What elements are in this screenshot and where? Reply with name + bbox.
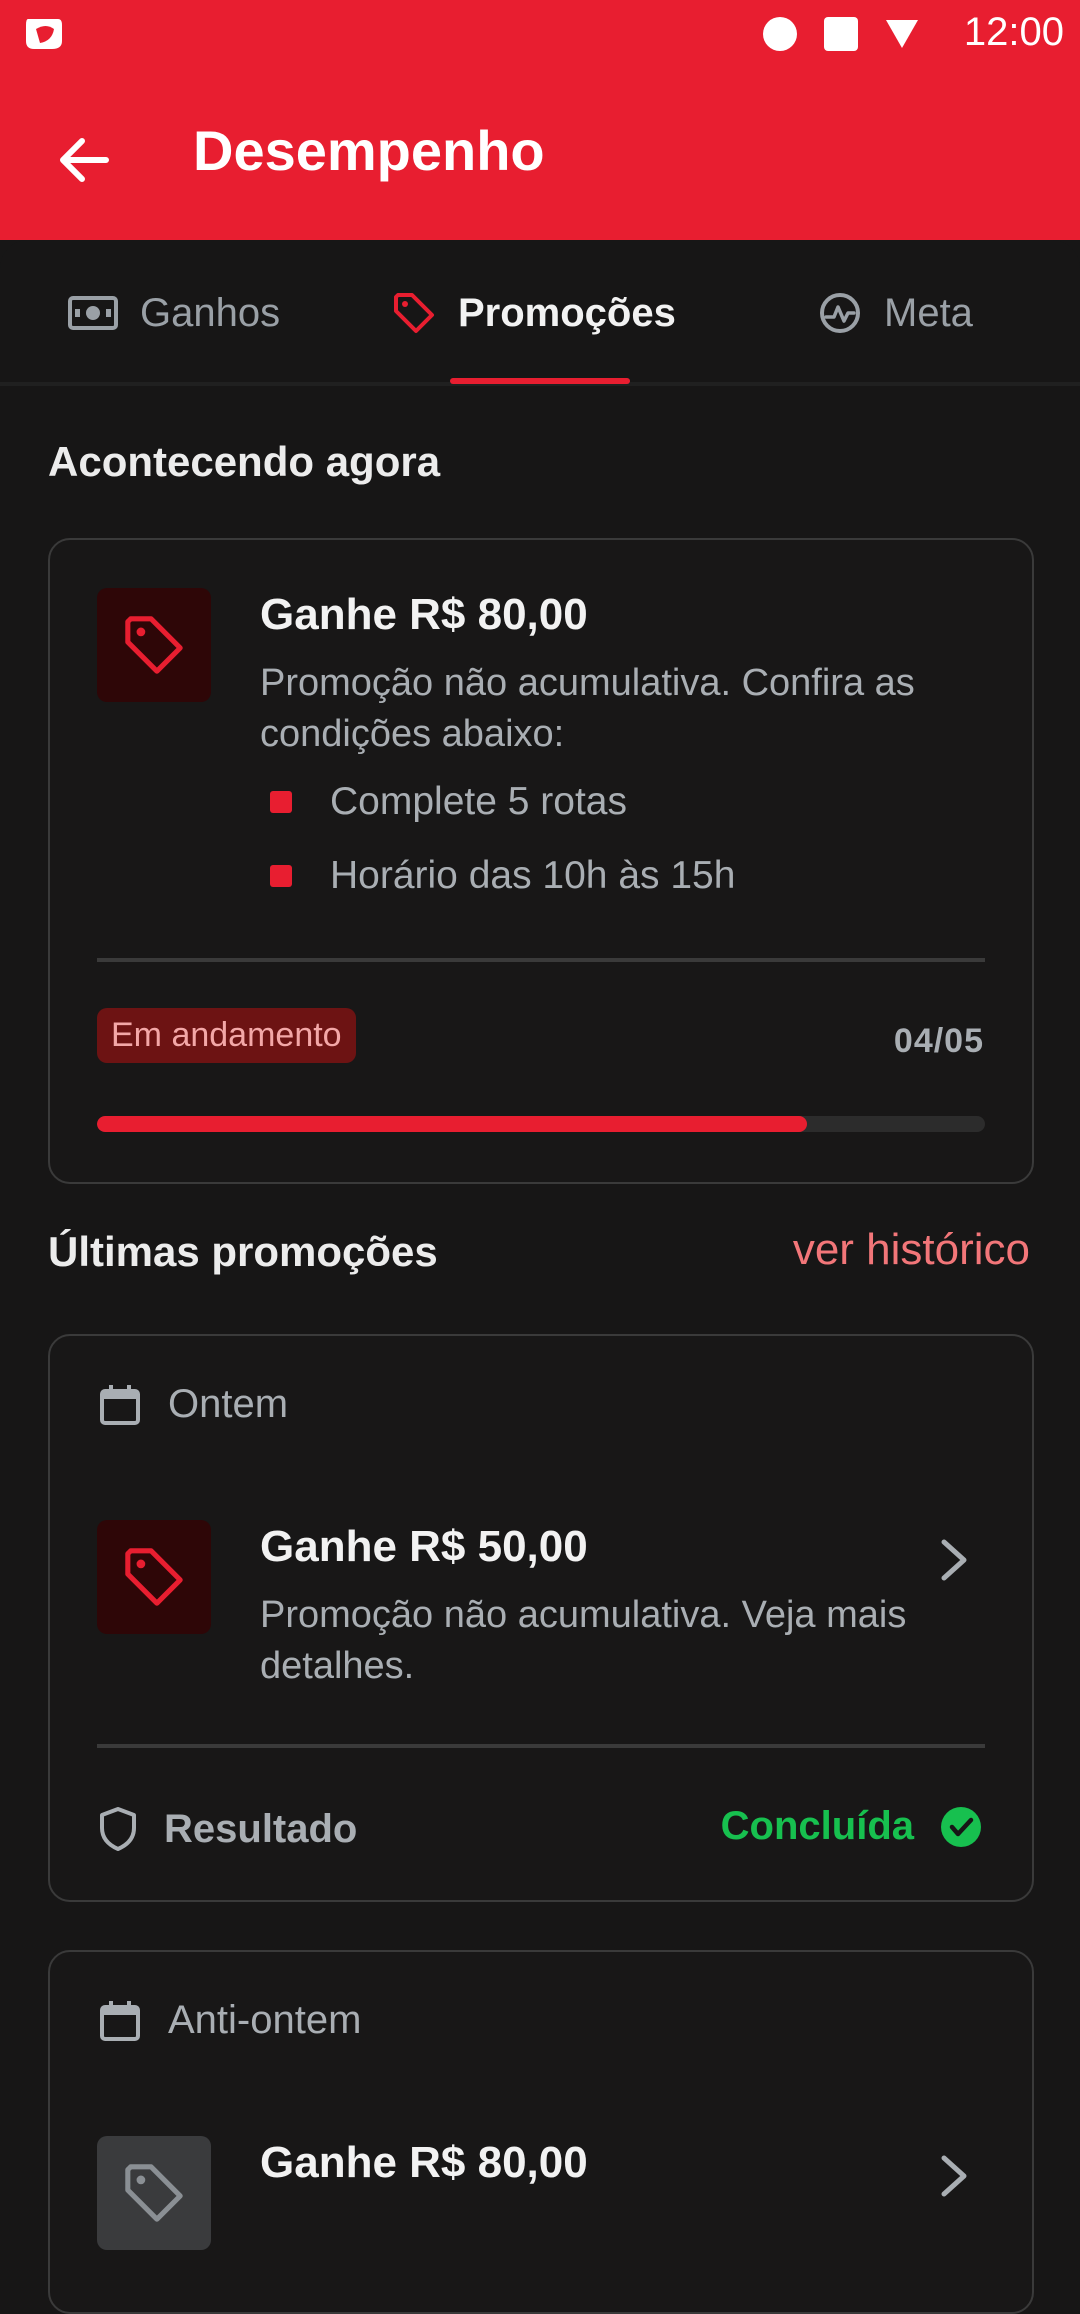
view-history-link[interactable]: ver histórico (793, 1225, 1030, 1275)
date-row: Ontem (98, 1382, 288, 1427)
tab-ganhos-label: Ganhos (140, 290, 281, 335)
result-status-label: Concluída (720, 1804, 914, 1848)
tab-ganhos[interactable]: Ganhos (68, 278, 280, 348)
date-label: Ontem (168, 1382, 289, 1426)
back-arrow-icon[interactable] (50, 125, 120, 195)
square-icon (824, 17, 858, 51)
tab-meta-label: Meta (884, 290, 973, 335)
content-sheet: Ganhos Promoções Meta Acontecendo agora (0, 240, 1080, 2314)
section-title-current: Acontecendo agora (48, 438, 441, 485)
dot-icon (763, 17, 797, 51)
tab-bar: Ganhos Promoções Meta (0, 240, 1080, 386)
condition-label: Complete 5 rotas (330, 780, 627, 823)
app-bar: Desempenho (0, 70, 1080, 240)
promo-title: Ganhe R$ 80,00 (260, 590, 588, 639)
divider (97, 1744, 985, 1748)
active-tab-indicator (450, 378, 630, 384)
history-promo-card[interactable]: Ontem Ganhe R$ 50,00 Promoção não acumul… (48, 1334, 1034, 1902)
status-bar: 12:00 (0, 0, 1080, 70)
gauge-icon (820, 293, 860, 333)
promo-description: Promoção não acumulativa. Veja mais deta… (260, 1594, 907, 1687)
date-label: Anti-ontem (168, 1998, 362, 2042)
bullet-square (270, 865, 292, 887)
result-label: Resultado (164, 1806, 358, 1851)
status-time: 12:00 (963, 10, 1064, 54)
promo-description: Promoção não acumulativa. Confira as con… (260, 662, 915, 755)
result-row: Resultado (98, 1806, 357, 1852)
app-logo-icon (26, 19, 62, 49)
condition-item: Horário das 10h às 15h (260, 854, 735, 898)
promo-tag-box (97, 1520, 211, 1634)
current-promo-card: Ganhe R$ 80,00 Promoção não acumulativa.… (48, 538, 1034, 1184)
tab-meta[interactable]: Meta (818, 278, 973, 348)
tab-promocoes[interactable]: Promoções (392, 278, 676, 348)
calendar-icon (100, 2000, 140, 2041)
status-badge: Em andamento (97, 1008, 356, 1063)
date-row: Anti-ontem (98, 1998, 361, 2043)
page-title: Desempenho (193, 119, 545, 182)
signal-icon (886, 20, 918, 48)
progress-text: 04/05 (893, 1022, 984, 1060)
promo-tag-box (97, 588, 211, 702)
system-icons (762, 16, 920, 52)
tag-icon (125, 616, 183, 674)
money-icon (68, 296, 118, 330)
section-title-history: Últimas promoções (48, 1228, 438, 1275)
progress-bar (97, 1116, 985, 1132)
tag-icon (394, 293, 434, 333)
condition-item: Complete 5 rotas (260, 780, 627, 824)
chevron-right-icon[interactable] (936, 2152, 972, 2200)
condition-label: Horário das 10h às 15h (330, 854, 736, 897)
result-status: Concluída (721, 1804, 982, 1849)
divider (97, 958, 985, 962)
promo-title: Ganhe R$ 50,00 (260, 1522, 588, 1571)
shield-icon (100, 1807, 136, 1851)
history-promo-card[interactable]: Anti-ontem Ganhe R$ 80,00 (48, 1950, 1034, 2314)
calendar-icon (100, 1384, 140, 1425)
promo-tag-box (97, 2136, 211, 2250)
tag-icon (125, 2164, 183, 2222)
check-circle-icon (941, 1806, 981, 1847)
bullet-square (270, 791, 292, 813)
promo-title: Ganhe R$ 80,00 (260, 2138, 588, 2187)
tag-icon (125, 1548, 183, 1606)
chevron-right-icon[interactable] (936, 1536, 972, 1584)
tab-promocoes-label: Promoções (458, 290, 676, 335)
progress-fill (97, 1116, 808, 1132)
